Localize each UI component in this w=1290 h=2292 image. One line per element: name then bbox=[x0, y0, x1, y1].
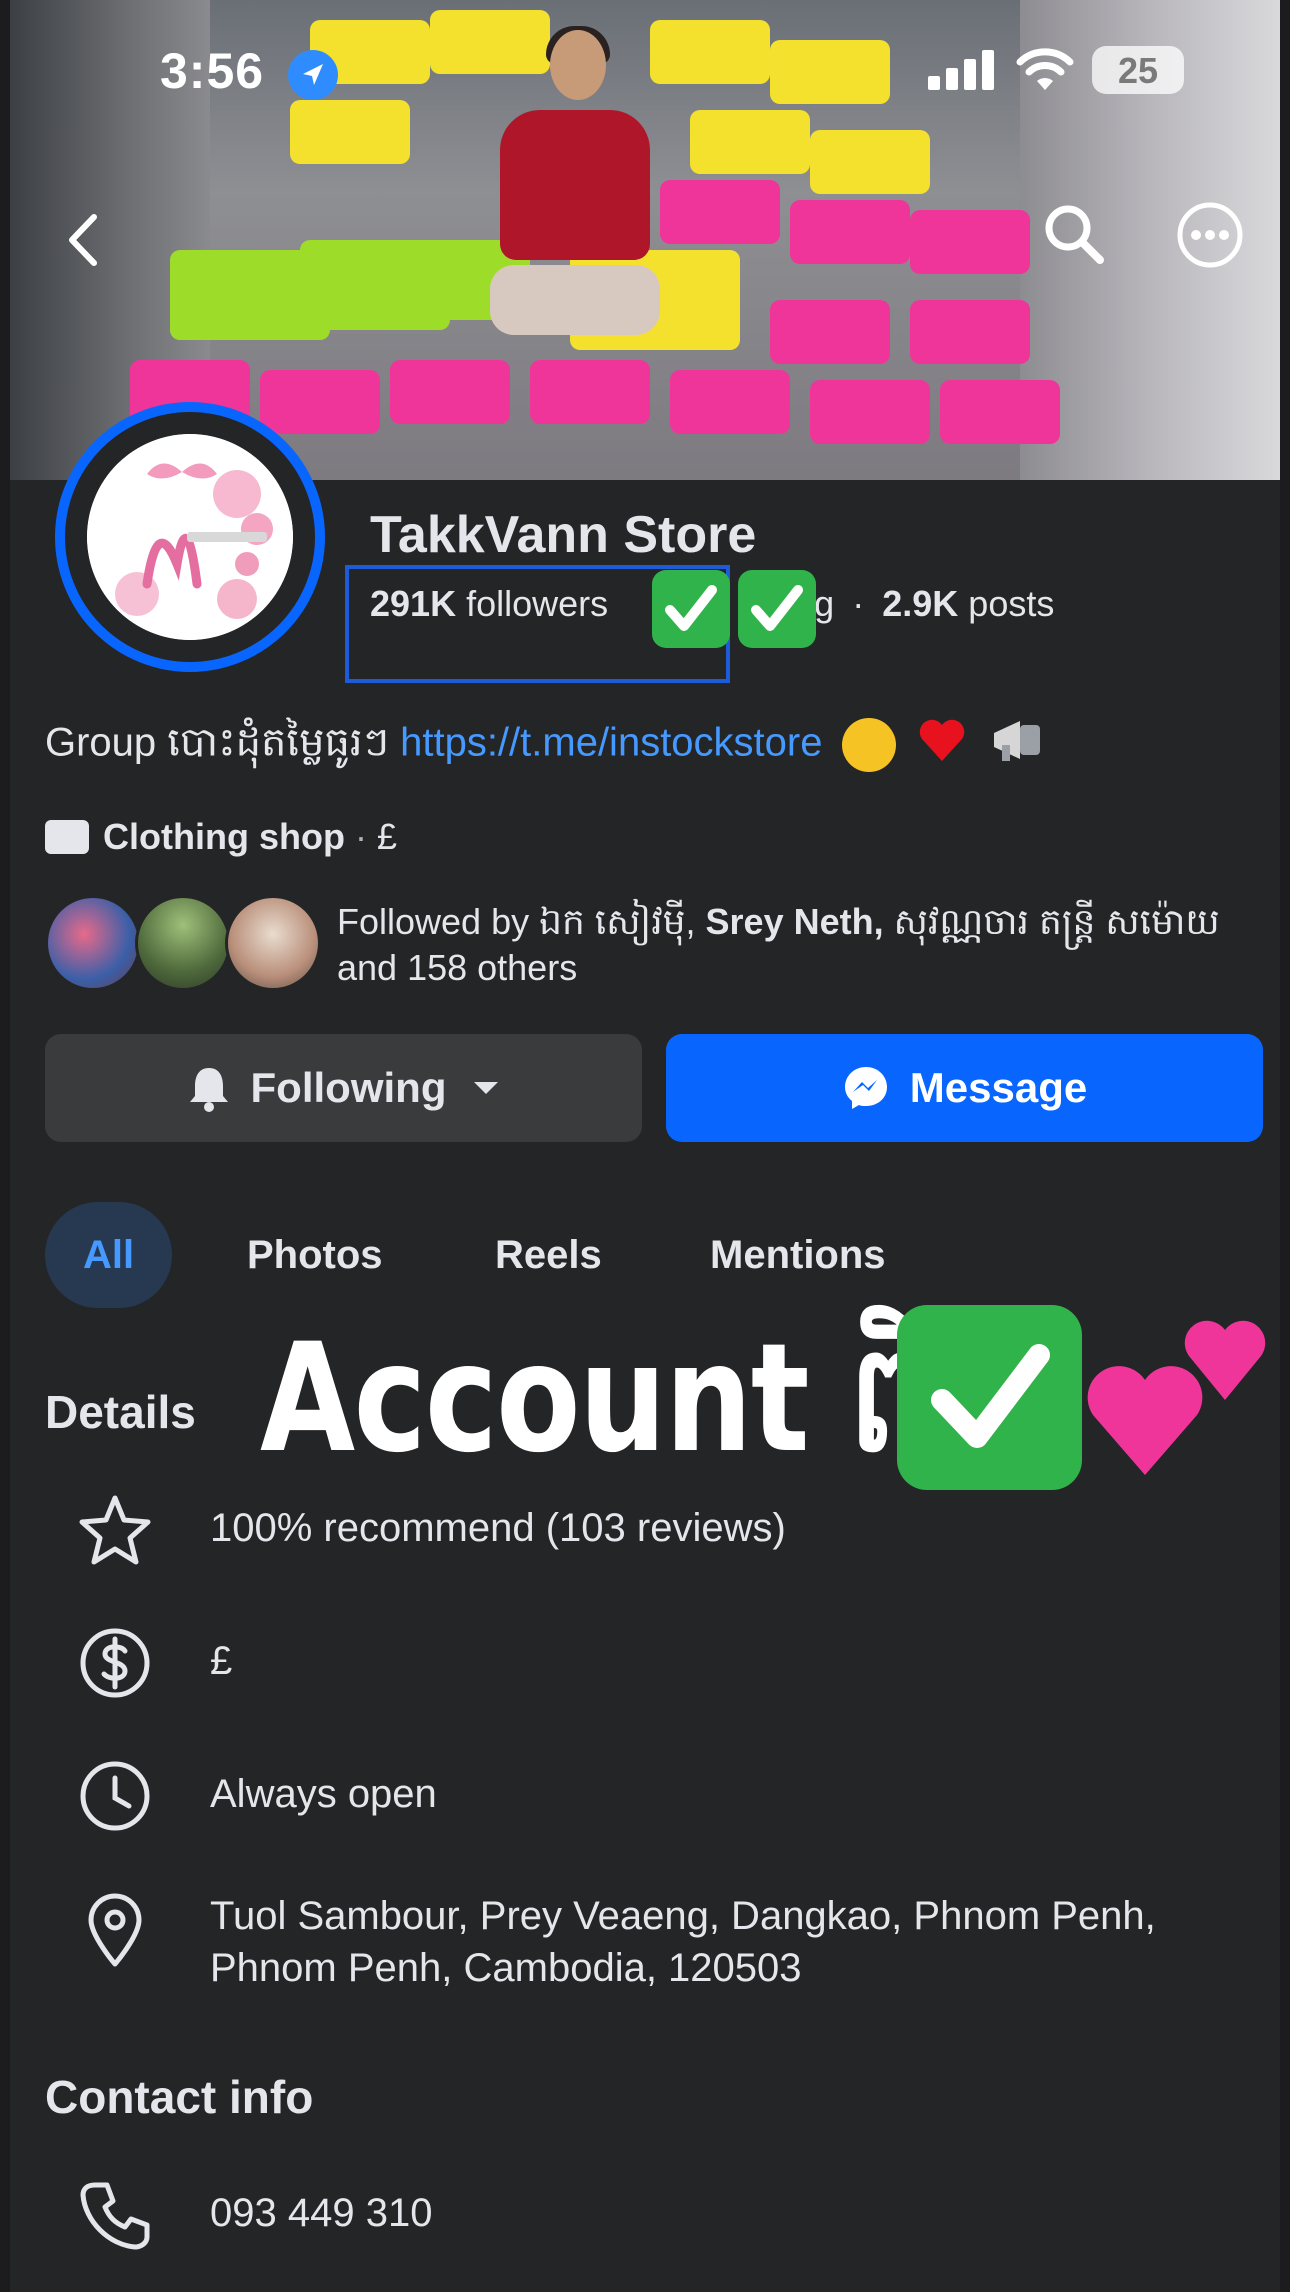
cellular-signal-icon bbox=[928, 50, 994, 90]
cover-bag bbox=[940, 380, 1060, 444]
cover-bag bbox=[390, 360, 510, 424]
profile-avatar[interactable] bbox=[55, 402, 325, 672]
chevron-left-icon bbox=[69, 214, 97, 266]
check-mark-icon bbox=[652, 570, 730, 648]
followed-by-name: Srey Neth, bbox=[705, 901, 884, 942]
posts-count: 2.9K bbox=[882, 583, 959, 624]
two-hearts-icon bbox=[1087, 1320, 1266, 1475]
search-icon bbox=[1045, 205, 1104, 264]
contact-info-heading: Contact info bbox=[45, 2071, 314, 2123]
bio-text: Group បោះដុំតម្លៃធូរៗ bbox=[45, 720, 389, 765]
kissing-face-icon bbox=[841, 718, 896, 772]
profile-tabs: All Photos Reels Mentions bbox=[45, 1202, 1265, 1308]
details-heading: Details bbox=[45, 1386, 196, 1438]
caret-down-icon bbox=[472, 1079, 500, 1097]
wifi-icon bbox=[1016, 48, 1074, 90]
cover-bag bbox=[670, 370, 790, 434]
heart-icon bbox=[917, 717, 967, 773]
following-label: Following bbox=[250, 1064, 447, 1111]
followed-by[interactable]: Followed by ឯក សៀវម៉ី, Srey Neth, សុវណ្ណ… bbox=[45, 895, 1265, 995]
contact-row-phone[interactable]: 093 449 310 bbox=[45, 2175, 1265, 2255]
cover-bag bbox=[530, 360, 650, 424]
messenger-icon bbox=[842, 1064, 890, 1112]
check-mark-icon bbox=[738, 570, 816, 648]
cover-bag bbox=[790, 200, 910, 264]
reviews-text: 100% recommend (103 reviews) bbox=[210, 1506, 786, 1550]
price-text: £ bbox=[210, 1639, 233, 1683]
category-separator: · bbox=[354, 816, 367, 857]
clapperboard-icon bbox=[45, 820, 89, 854]
tab-all[interactable]: All bbox=[45, 1202, 173, 1308]
location-arrow-icon bbox=[288, 50, 338, 100]
cover-bag bbox=[260, 370, 380, 434]
detail-row-hours[interactable]: Always open bbox=[45, 1756, 1265, 1836]
cover-bag bbox=[660, 180, 780, 244]
tab-photos[interactable]: Photos bbox=[247, 1202, 383, 1308]
posts-label: posts bbox=[968, 583, 1055, 624]
page-bio: Group បោះដុំតម្លៃធូរៗ https://t.me/insto… bbox=[45, 715, 1046, 776]
address-text: Tuol Sambour, Prey Veaeng, Dangkao, Phno… bbox=[210, 1894, 1156, 1990]
tab-reels[interactable]: Reels bbox=[495, 1202, 602, 1308]
battery-icon: 25 bbox=[1092, 46, 1184, 94]
cover-bag bbox=[810, 380, 930, 444]
friend-avatar bbox=[45, 895, 141, 991]
avatar-logo bbox=[87, 434, 293, 640]
hours-text: Always open bbox=[210, 1772, 437, 1816]
stats-separator: · bbox=[852, 583, 865, 624]
bio-link[interactable]: https://t.me/instockstore bbox=[400, 721, 822, 765]
tab-mentions[interactable]: Mentions bbox=[710, 1202, 886, 1308]
megaphone-icon bbox=[990, 715, 1046, 775]
followed-by-prefix: Followed by ឯក សៀវម៉ី, bbox=[337, 901, 696, 942]
page-name: TakkVann Store bbox=[370, 506, 757, 564]
message-button[interactable]: Message bbox=[666, 1034, 1263, 1142]
dollar-icon bbox=[80, 1628, 150, 1698]
detail-row-price: £ bbox=[45, 1623, 1265, 1703]
phone-icon bbox=[80, 2182, 150, 2250]
cover-bag bbox=[770, 300, 890, 364]
detail-row-reviews[interactable]: 100% recommend (103 reviews) bbox=[45, 1490, 1265, 1570]
search-button[interactable] bbox=[1040, 200, 1110, 270]
profile-screen: 3:56 25 TakkVann Store 291K followers · … bbox=[10, 0, 1280, 2292]
category-label: Clothing shop bbox=[103, 816, 345, 857]
following-button[interactable]: Following bbox=[45, 1034, 642, 1142]
cover-bag bbox=[910, 300, 1030, 364]
followed-by-text: Followed by ឯក សៀវម៉ី, Srey Neth, សុវណ្ណ… bbox=[337, 899, 1237, 991]
location-pin-icon bbox=[88, 1893, 142, 1967]
more-dots-icon bbox=[1177, 202, 1243, 268]
message-label: Message bbox=[909, 1064, 1088, 1111]
check-mark-icon bbox=[897, 1305, 1082, 1490]
price-range: £ bbox=[376, 816, 397, 857]
status-bar: 3:56 25 bbox=[10, 0, 1280, 140]
cover-bag bbox=[300, 240, 450, 330]
battery-level: 25 bbox=[1117, 50, 1159, 91]
star-icon bbox=[79, 1495, 151, 1565]
page-category: Clothing shop · £ bbox=[45, 816, 397, 858]
detail-row-address[interactable]: Tuol Sambour, Prey Veaeng, Dangkao, Phno… bbox=[45, 1890, 1265, 2010]
status-time: 3:56 bbox=[160, 43, 265, 99]
friend-avatar bbox=[225, 895, 321, 991]
cover-bag bbox=[910, 210, 1030, 274]
bell-icon bbox=[187, 1064, 231, 1112]
friend-avatar bbox=[135, 895, 231, 991]
clock-icon bbox=[80, 1761, 150, 1831]
phone-number: 093 449 310 bbox=[210, 2191, 433, 2235]
more-options-button[interactable] bbox=[1175, 200, 1245, 270]
back-button[interactable] bbox=[50, 205, 120, 275]
